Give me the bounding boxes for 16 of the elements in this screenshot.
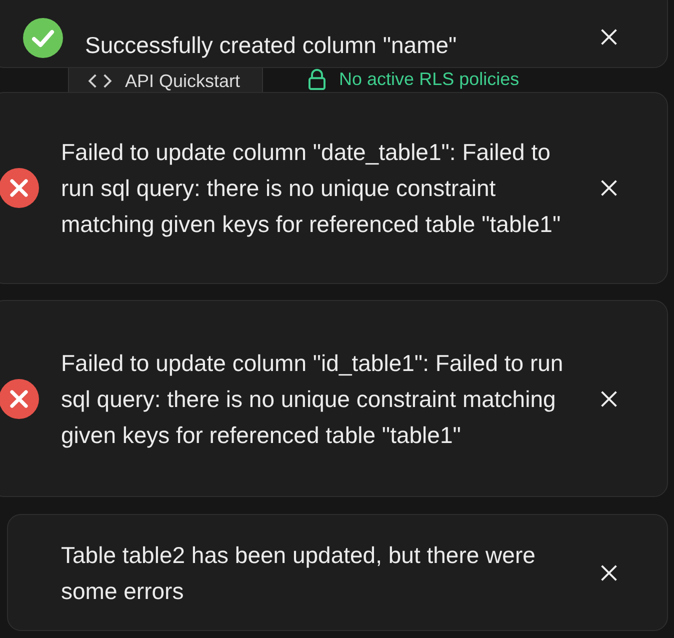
success-check-icon — [23, 18, 63, 58]
error-icon — [0, 168, 39, 208]
api-quickstart-label: API Quickstart — [125, 70, 240, 92]
toast-message: Failed to update column "date_table1": Failed to run sql query: there is no unique constraint matching given keys for referenced table "table1" — [61, 138, 562, 239]
close-icon — [600, 179, 618, 197]
api-quickstart-button[interactable]: API Quickstart — [68, 68, 262, 94]
error-icon — [0, 378, 39, 418]
close-icon — [600, 564, 618, 582]
close-icon — [600, 390, 618, 408]
toast-message: Table table2 has been updated, but there were some errors — [61, 540, 536, 606]
rls-status: No active RLS policies — [339, 68, 520, 90]
toast-message: Successfully created column "name" — [85, 31, 458, 60]
lock-icon — [307, 68, 328, 90]
close-icon — [600, 28, 618, 46]
toast-message: Failed to update column "id_table1": Failed to run sql query: there is no unique constraint matching given keys for referenced table "table1" — [61, 348, 564, 450]
code-icon — [87, 72, 113, 90]
